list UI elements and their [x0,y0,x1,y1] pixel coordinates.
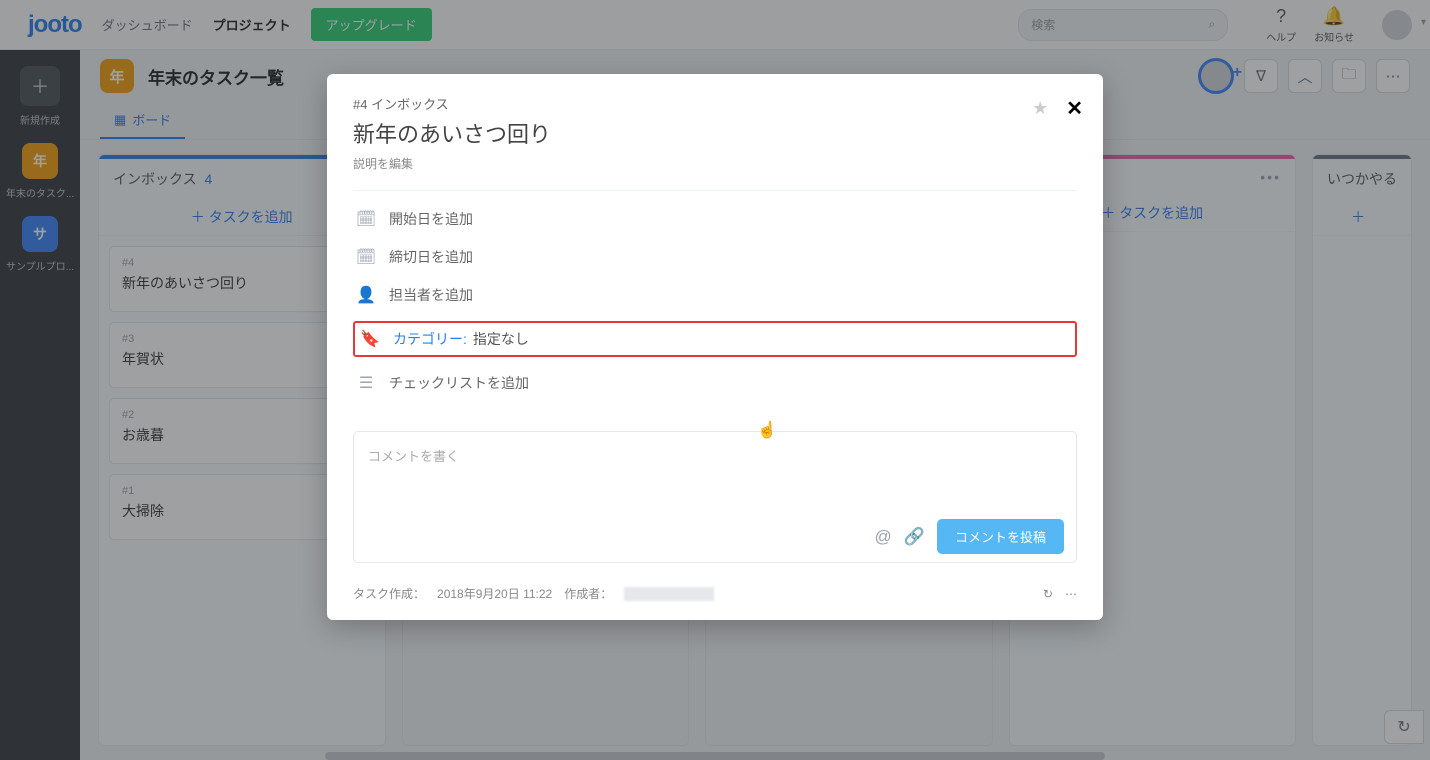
category-row[interactable]: 🔖 カテゴリー: 指定なし [353,321,1077,357]
cursor-icon: ☝️ [757,420,777,440]
add-start-date[interactable]: 🗓 開始日を追加 [353,207,1077,231]
category-value: 指定なし [473,329,529,349]
checklist-icon: ☰ [357,374,375,392]
task-modal: ★ ✕ #4 インボックス 新年のあいさつ回り 説明を編集 🗓 開始日を追加 🗓… [327,74,1103,620]
attachment-icon[interactable]: 🔗 [904,527,925,547]
modal-title[interactable]: 新年のあいさつ回り [353,117,1077,149]
history-icon[interactable]: ↻ [1043,587,1053,601]
created-value: 2018年9月20日 11:22 [437,585,552,602]
add-assignee-label: 担当者を追加 [389,285,473,305]
add-due-date-label: 締切日を追加 [389,247,473,267]
bookmark-icon: 🔖 [361,330,379,348]
author-redacted [624,587,714,601]
add-due-date[interactable]: 🗓 締切日を追加 [353,245,1077,269]
author-label: 作成者： [564,585,612,602]
calendar-icon: 🗓 [357,248,375,266]
more-icon[interactable]: ⋯ [1065,587,1077,601]
add-assignee[interactable]: 👤 担当者を追加 [353,283,1077,307]
user-icon: 👤 [357,286,375,304]
mention-icon[interactable]: @ [875,527,892,547]
star-icon[interactable]: ★ [1032,98,1048,119]
edit-description[interactable]: 説明を編集 [353,155,1077,191]
comment-input[interactable]: コメントを書く [354,432,1076,511]
modal-overlay[interactable]: ★ ✕ #4 インボックス 新年のあいさつ回り 説明を編集 🗓 開始日を追加 🗓… [0,0,1430,760]
category-label: カテゴリー: [393,329,467,349]
close-icon[interactable]: ✕ [1066,96,1083,121]
add-checklist[interactable]: ☰ チェックリストを追加 [353,371,1077,395]
created-label: タスク作成： [353,585,425,602]
breadcrumb: #4 インボックス [353,94,1077,113]
add-checklist-label: チェックリストを追加 [389,373,529,393]
post-comment-button[interactable]: コメントを投稿 [937,519,1064,554]
calendar-icon: 🗓 [357,210,375,228]
add-start-date-label: 開始日を追加 [389,209,473,229]
